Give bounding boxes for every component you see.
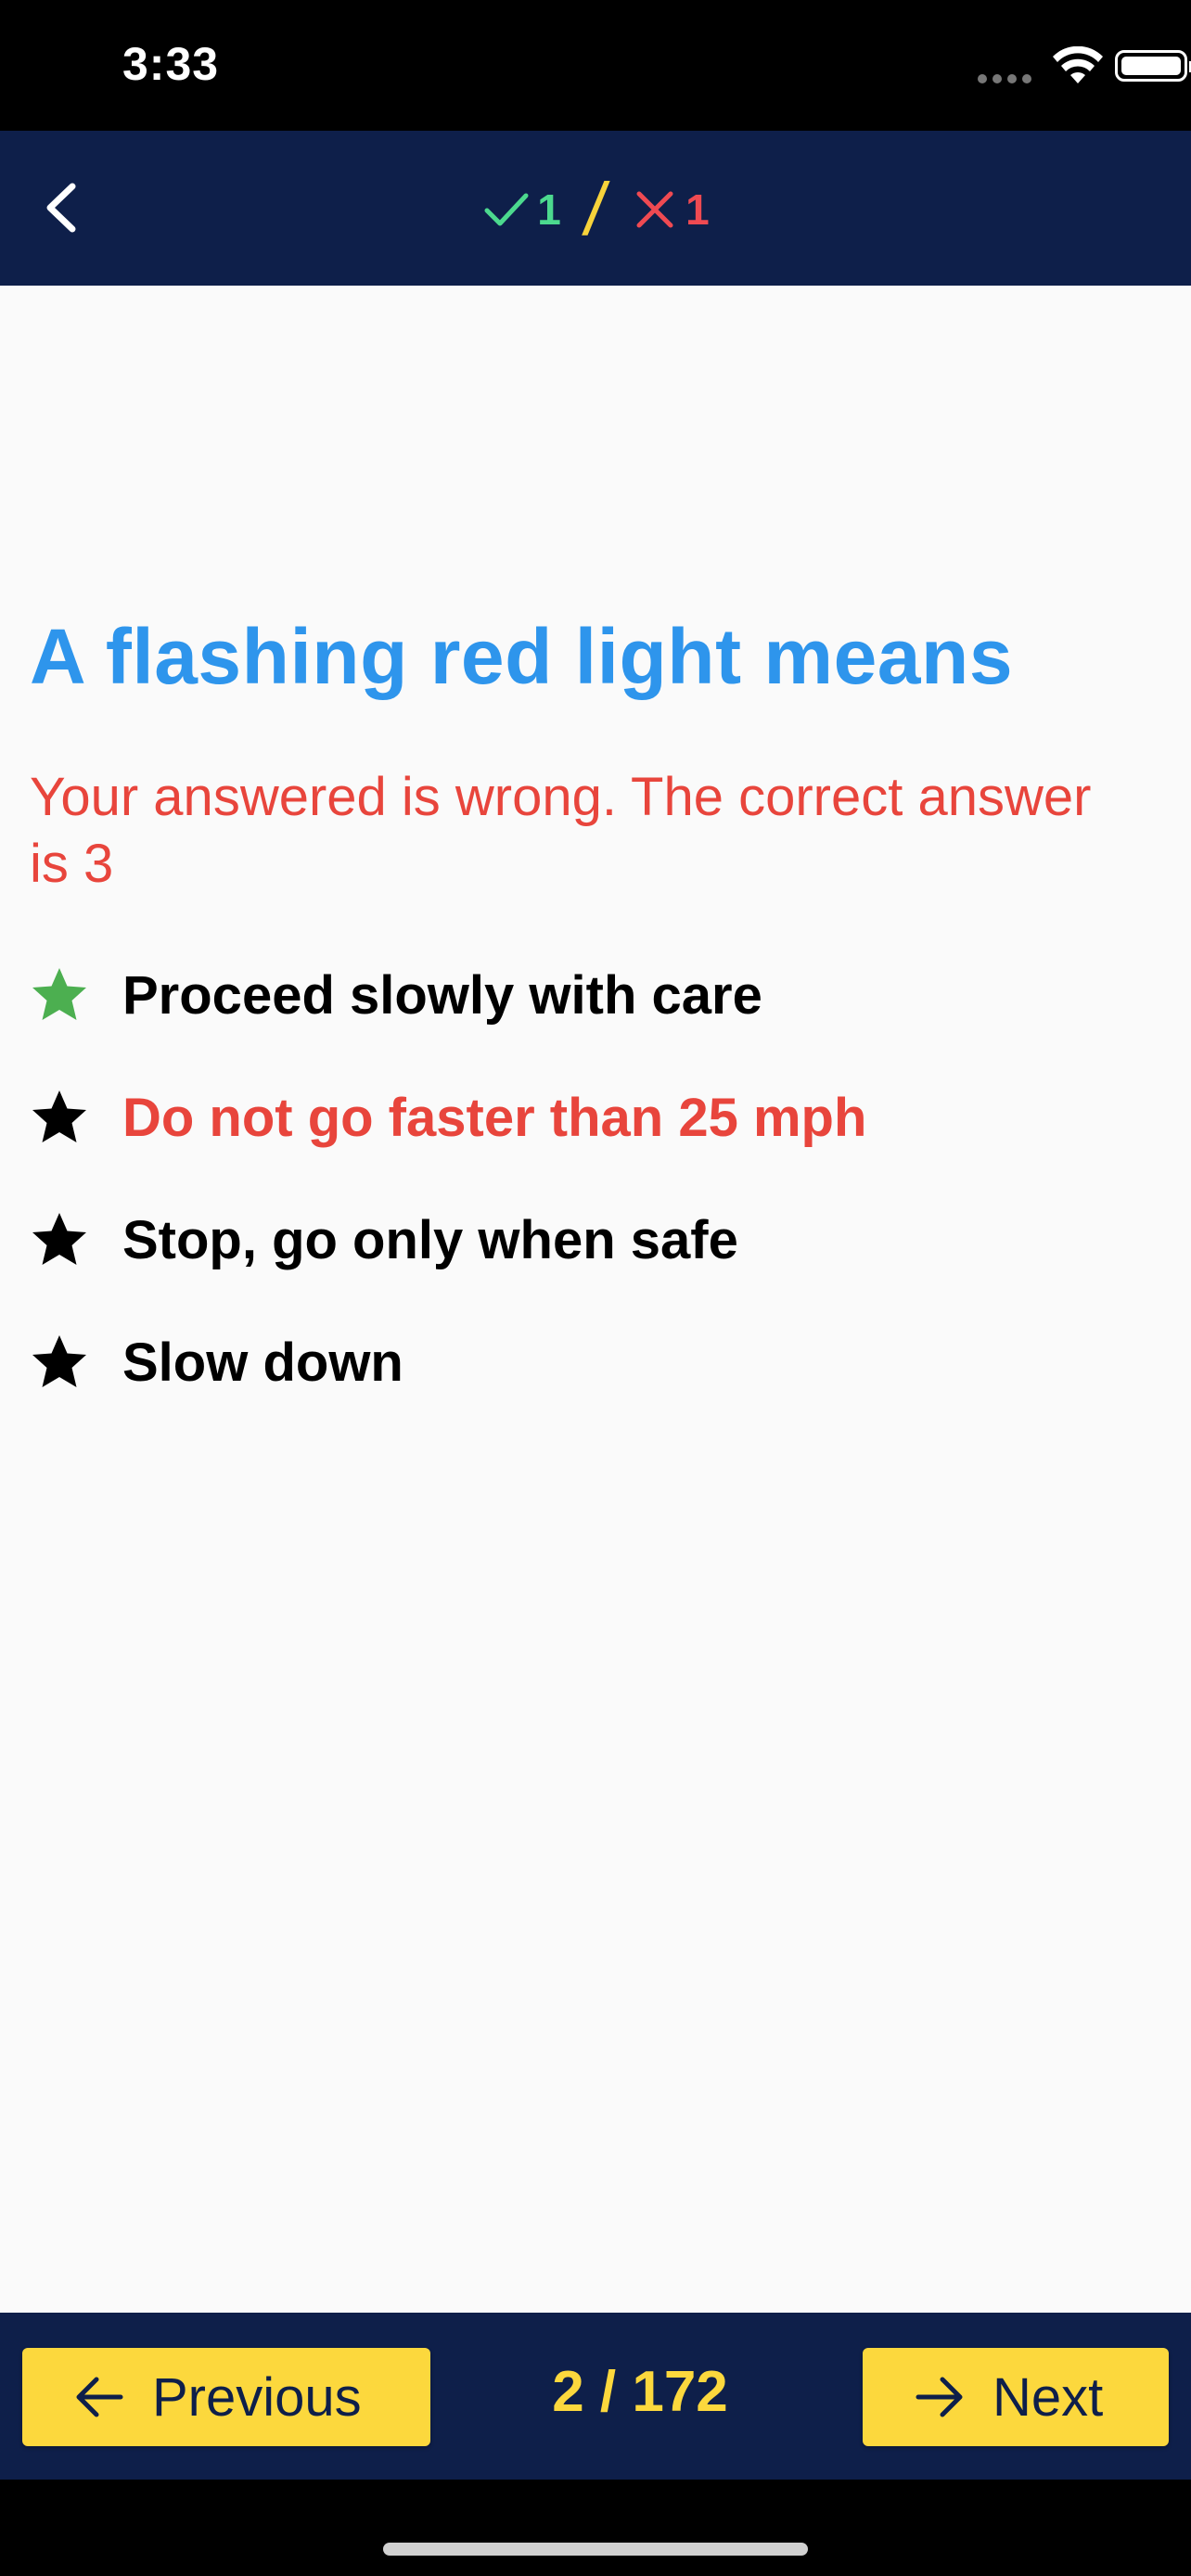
home-indicator[interactable] [383,2543,808,2556]
answer-option-label: Do not go faster than 25 mph [122,1087,867,1148]
battery-icon [1115,50,1191,82]
answer-option-label: Proceed slowly with care [122,964,762,1026]
answer-option-label: Slow down [122,1332,403,1393]
star-icon [32,1090,86,1142]
question-title: A flashing red light means [30,613,1014,700]
cross-icon [636,191,673,228]
score-divider: / [579,168,612,250]
wrong-count-value: 1 [685,185,710,234]
wrong-count: 1 [630,185,710,235]
previous-label: Previous [152,2366,362,2428]
answer-option-2[interactable]: Do not go faster than 25 mph [30,1076,866,1159]
page-counter: 2 / 172 [552,2360,728,2424]
question-content: A flashing red light means Your answered… [0,286,1191,2313]
answer-feedback: Your answered is wrong. The correct answ… [30,767,1092,894]
answer-option-4[interactable]: Slow down [30,1320,403,1404]
score-summary: 1 / 1 [0,168,1191,250]
quiz-header: 1 / 1 [0,131,1191,286]
home-indicator-area [0,2480,1191,2576]
arrow-left-icon [76,2377,123,2417]
status-time: 3:33 [122,38,220,90]
previous-button[interactable]: Previous [22,2348,430,2446]
cellular-signal-icon [978,74,1033,83]
star-icon [32,1213,86,1265]
arrow-right-icon [916,2377,963,2417]
check-icon [484,193,529,226]
answer-option-label: Stop, go only when safe [122,1209,738,1270]
correct-count-value: 1 [537,185,561,234]
next-label: Next [992,2366,1104,2428]
star-icon [32,1335,86,1387]
next-button[interactable]: Next [863,2348,1169,2446]
correct-count: 1 [481,185,561,235]
wifi-icon [1053,46,1103,83]
status-bar: 3:33 [0,0,1191,131]
bottom-navigation: Previous 2 / 172 Next [0,2313,1191,2480]
answer-option-3[interactable]: Stop, go only when safe [30,1198,738,1282]
star-icon [32,968,86,1020]
answer-option-1[interactable]: Proceed slowly with care [30,953,762,1037]
